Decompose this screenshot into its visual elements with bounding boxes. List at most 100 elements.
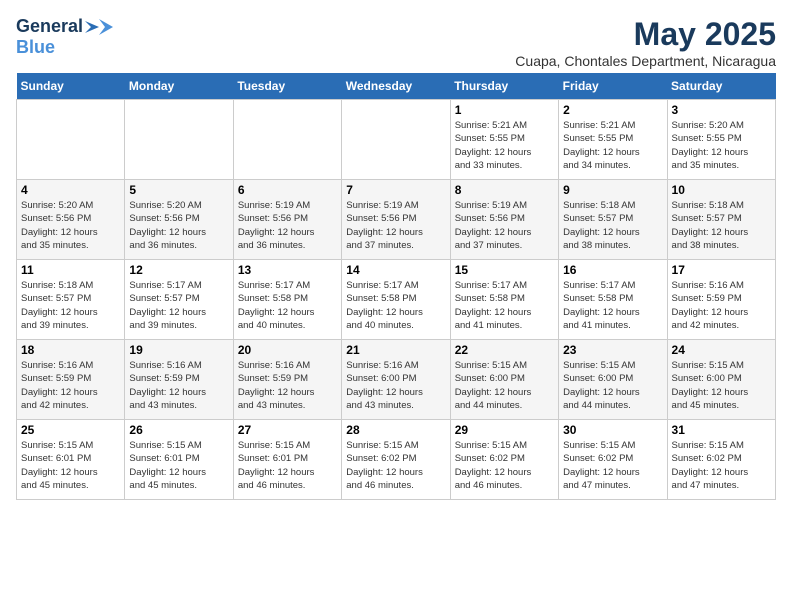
day-number: 29: [455, 423, 554, 437]
day-number: 8: [455, 183, 554, 197]
col-header-monday: Monday: [125, 73, 233, 100]
cell-content: Sunrise: 5:19 AM Sunset: 5:56 PM Dayligh…: [238, 199, 337, 252]
cell-content: Sunrise: 5:16 AM Sunset: 5:59 PM Dayligh…: [21, 359, 120, 412]
cell-content: Sunrise: 5:15 AM Sunset: 6:02 PM Dayligh…: [563, 439, 662, 492]
calendar-cell: 25 Sunrise: 5:15 AM Sunset: 6:01 PM Dayli…: [17, 420, 125, 500]
calendar-cell: 2 Sunrise: 5:21 AM Sunset: 5:55 PM Daylig…: [559, 100, 667, 180]
day-number: 18: [21, 343, 120, 357]
day-number: 6: [238, 183, 337, 197]
day-number: 12: [129, 263, 228, 277]
day-number: 2: [563, 103, 662, 117]
calendar-week-row: 25 Sunrise: 5:15 AM Sunset: 6:01 PM Dayli…: [17, 420, 776, 500]
day-number: 5: [129, 183, 228, 197]
page-header: General Blue May 2025 Cuapa, Chontales D…: [16, 16, 776, 69]
day-number: 24: [672, 343, 771, 357]
day-number: 10: [672, 183, 771, 197]
calendar-cell: 7 Sunrise: 5:19 AM Sunset: 5:56 PM Daylig…: [342, 180, 450, 260]
cell-content: Sunrise: 5:16 AM Sunset: 5:59 PM Dayligh…: [129, 359, 228, 412]
cell-content: Sunrise: 5:15 AM Sunset: 6:02 PM Dayligh…: [672, 439, 771, 492]
cell-content: Sunrise: 5:19 AM Sunset: 5:56 PM Dayligh…: [455, 199, 554, 252]
calendar-week-row: 18 Sunrise: 5:16 AM Sunset: 5:59 PM Dayli…: [17, 340, 776, 420]
day-number: 30: [563, 423, 662, 437]
day-number: 19: [129, 343, 228, 357]
col-header-saturday: Saturday: [667, 73, 775, 100]
day-number: 14: [346, 263, 445, 277]
cell-content: Sunrise: 5:17 AM Sunset: 5:57 PM Dayligh…: [129, 279, 228, 332]
day-number: 9: [563, 183, 662, 197]
calendar-cell: 20Sunrise: 5:16 AM Sunset: 5:59 PM Dayli…: [233, 340, 341, 420]
cell-content: Sunrise: 5:15 AM Sunset: 6:02 PM Dayligh…: [346, 439, 445, 492]
calendar-cell: 27 Sunrise: 5:15 AM Sunset: 6:01 PM Dayli…: [233, 420, 341, 500]
calendar-cell: 26 Sunrise: 5:15 AM Sunset: 6:01 PM Dayli…: [125, 420, 233, 500]
day-number: 23: [563, 343, 662, 357]
calendar-cell: [233, 100, 341, 180]
col-header-friday: Friday: [559, 73, 667, 100]
col-header-tuesday: Tuesday: [233, 73, 341, 100]
cell-content: Sunrise: 5:15 AM Sunset: 6:02 PM Dayligh…: [455, 439, 554, 492]
cell-content: Sunrise: 5:15 AM Sunset: 6:00 PM Dayligh…: [563, 359, 662, 412]
calendar-cell: 23 Sunrise: 5:15 AM Sunset: 6:00 PM Dayli…: [559, 340, 667, 420]
day-number: 21: [346, 343, 445, 357]
day-number: 20: [238, 343, 337, 357]
cell-content: Sunrise: 5:15 AM Sunset: 6:01 PM Dayligh…: [129, 439, 228, 492]
cell-content: Sunrise: 5:20 AM Sunset: 5:55 PM Dayligh…: [672, 119, 771, 172]
calendar-cell: 8 Sunrise: 5:19 AM Sunset: 5:56 PM Daylig…: [450, 180, 558, 260]
cell-content: Sunrise: 5:20 AM Sunset: 5:56 PM Dayligh…: [129, 199, 228, 252]
calendar-cell: 30 Sunrise: 5:15 AM Sunset: 6:02 PM Dayli…: [559, 420, 667, 500]
calendar-cell: [17, 100, 125, 180]
day-number: 1: [455, 103, 554, 117]
day-number: 26: [129, 423, 228, 437]
cell-content: Sunrise: 5:18 AM Sunset: 5:57 PM Dayligh…: [672, 199, 771, 252]
cell-content: Sunrise: 5:19 AM Sunset: 5:56 PM Dayligh…: [346, 199, 445, 252]
calendar-header-row: SundayMondayTuesdayWednesdayThursdayFrid…: [17, 73, 776, 100]
day-number: 7: [346, 183, 445, 197]
calendar-cell: 12 Sunrise: 5:17 AM Sunset: 5:57 PM Dayli…: [125, 260, 233, 340]
cell-content: Sunrise: 5:15 AM Sunset: 6:00 PM Dayligh…: [672, 359, 771, 412]
day-number: 25: [21, 423, 120, 437]
day-number: 11: [21, 263, 120, 277]
day-number: 3: [672, 103, 771, 117]
calendar-cell: 14 Sunrise: 5:17 AM Sunset: 5:58 PM Dayli…: [342, 260, 450, 340]
calendar-cell: 21Sunrise: 5:16 AM Sunset: 6:00 PM Dayli…: [342, 340, 450, 420]
calendar-cell: 22 Sunrise: 5:15 AM Sunset: 6:00 PM Dayli…: [450, 340, 558, 420]
calendar-cell: 18 Sunrise: 5:16 AM Sunset: 5:59 PM Dayli…: [17, 340, 125, 420]
col-header-wednesday: Wednesday: [342, 73, 450, 100]
col-header-thursday: Thursday: [450, 73, 558, 100]
calendar-week-row: 1 Sunrise: 5:21 AM Sunset: 5:55 PM Daylig…: [17, 100, 776, 180]
day-number: 17: [672, 263, 771, 277]
calendar-cell: 17 Sunrise: 5:16 AM Sunset: 5:59 PM Dayli…: [667, 260, 775, 340]
cell-content: Sunrise: 5:16 AM Sunset: 5:59 PM Dayligh…: [672, 279, 771, 332]
calendar-cell: 1Sunrise: 5:21 AM Sunset: 5:55 PM Daylig…: [450, 100, 558, 180]
calendar-week-row: 4 Sunrise: 5:20 AM Sunset: 5:56 PM Daylig…: [17, 180, 776, 260]
cell-content: Sunrise: 5:21 AM Sunset: 5:55 PM Dayligh…: [563, 119, 662, 172]
day-number: 28: [346, 423, 445, 437]
col-header-sunday: Sunday: [17, 73, 125, 100]
calendar-cell: 13 Sunrise: 5:17 AM Sunset: 5:58 PM Dayli…: [233, 260, 341, 340]
cell-content: Sunrise: 5:17 AM Sunset: 5:58 PM Dayligh…: [346, 279, 445, 332]
title-area: May 2025 Cuapa, Chontales Department, Ni…: [515, 16, 776, 69]
cell-content: Sunrise: 5:17 AM Sunset: 5:58 PM Dayligh…: [238, 279, 337, 332]
month-title: May 2025: [515, 16, 776, 53]
location-title: Cuapa, Chontales Department, Nicaragua: [515, 53, 776, 69]
calendar-cell: 6 Sunrise: 5:19 AM Sunset: 5:56 PM Daylig…: [233, 180, 341, 260]
calendar-cell: 24 Sunrise: 5:15 AM Sunset: 6:00 PM Dayli…: [667, 340, 775, 420]
calendar-cell: [342, 100, 450, 180]
logo: General Blue: [16, 16, 113, 58]
day-number: 13: [238, 263, 337, 277]
cell-content: Sunrise: 5:15 AM Sunset: 6:01 PM Dayligh…: [238, 439, 337, 492]
cell-content: Sunrise: 5:15 AM Sunset: 6:00 PM Dayligh…: [455, 359, 554, 412]
cell-content: Sunrise: 5:18 AM Sunset: 5:57 PM Dayligh…: [21, 279, 120, 332]
calendar-cell: 15Sunrise: 5:17 AM Sunset: 5:58 PM Dayli…: [450, 260, 558, 340]
cell-content: Sunrise: 5:17 AM Sunset: 5:58 PM Dayligh…: [563, 279, 662, 332]
day-number: 16: [563, 263, 662, 277]
day-number: 4: [21, 183, 120, 197]
day-number: 27: [238, 423, 337, 437]
logo-general: General: [16, 16, 83, 37]
day-number: 22: [455, 343, 554, 357]
calendar-cell: 11 Sunrise: 5:18 AM Sunset: 5:57 PM Dayli…: [17, 260, 125, 340]
calendar-week-row: 11 Sunrise: 5:18 AM Sunset: 5:57 PM Dayli…: [17, 260, 776, 340]
cell-content: Sunrise: 5:15 AM Sunset: 6:01 PM Dayligh…: [21, 439, 120, 492]
day-number: 31: [672, 423, 771, 437]
calendar-cell: 19 Sunrise: 5:16 AM Sunset: 5:59 PM Dayli…: [125, 340, 233, 420]
cell-content: Sunrise: 5:20 AM Sunset: 5:56 PM Dayligh…: [21, 199, 120, 252]
